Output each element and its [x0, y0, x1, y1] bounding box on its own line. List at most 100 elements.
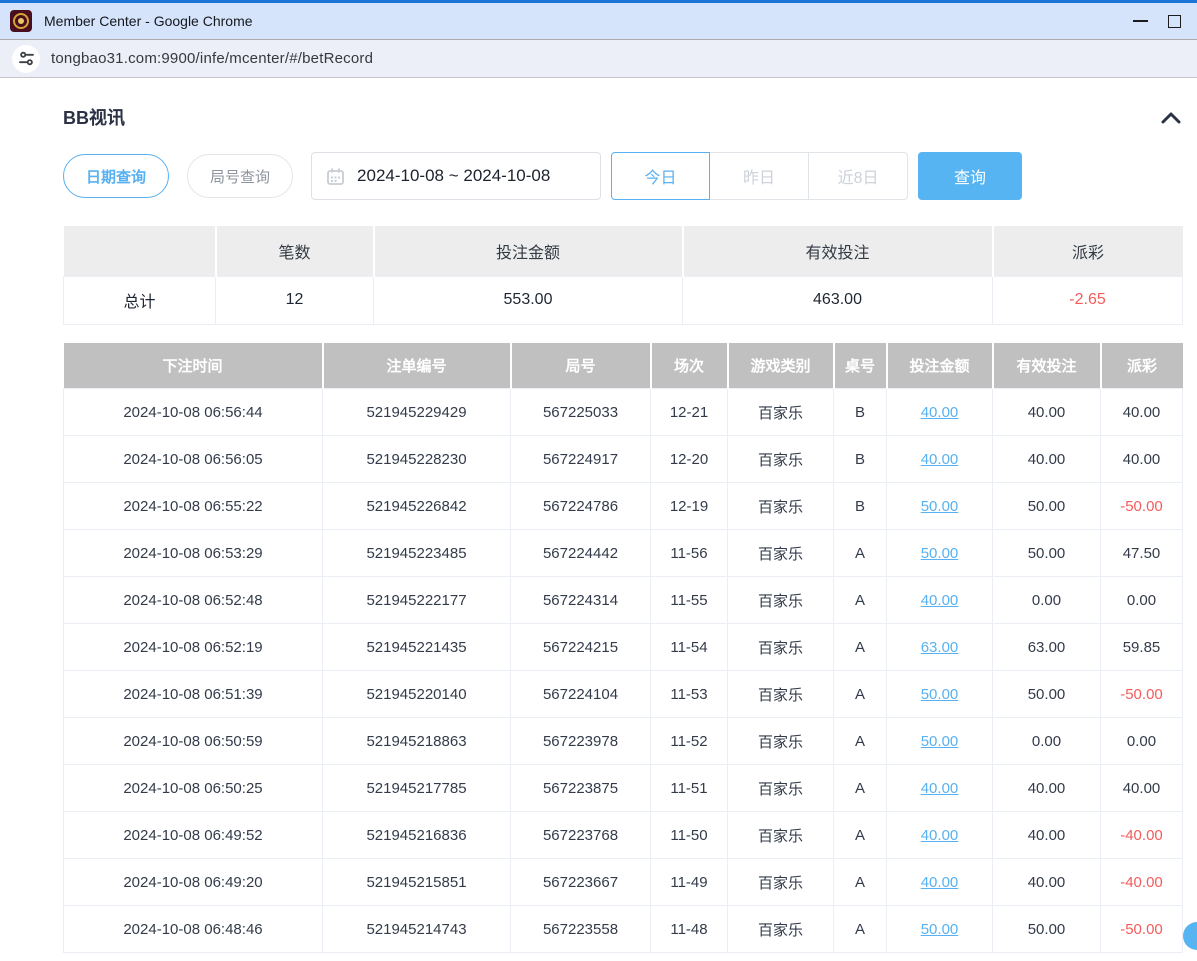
last8days-segment[interactable]: 近8日 — [809, 152, 908, 200]
row4-cell-0: 2024-10-08 06:52:48 — [64, 577, 323, 624]
browser-window: Member Center - Google Chrome tongbao31.… — [0, 0, 1197, 953]
table-row: 2024-10-08 06:48:46521945214743567223558… — [64, 906, 1183, 953]
row6-cell-8: -50.00 — [1101, 671, 1183, 718]
bet-amount-link[interactable]: 50.00 — [921, 733, 959, 750]
row4-cell-5: A — [834, 577, 887, 624]
row9-cell-1: 521945216836 — [323, 812, 511, 859]
bet-amount-link[interactable]: 40.00 — [921, 780, 959, 797]
bet-amount-link[interactable]: 50.00 — [921, 545, 959, 562]
bet-amount-link[interactable]: 63.00 — [921, 639, 959, 656]
row11-cell-8: -50.00 — [1101, 906, 1183, 953]
table-row: 2024-10-08 06:55:22521945226842567224786… — [64, 483, 1183, 530]
filter-toolbar: 日期查询 局号查询 2024-10-08 ~ 2024-10-08 — [63, 152, 1182, 200]
row3-cell-5: A — [834, 530, 887, 577]
row6-cell-7: 50.00 — [993, 671, 1101, 718]
row5-cell-6: 63.00 — [887, 624, 993, 671]
row3-cell-1: 521945223485 — [323, 530, 511, 577]
row1-cell-6: 40.00 — [887, 436, 993, 483]
date-range-value: 2024-10-08 ~ 2024-10-08 — [357, 166, 550, 186]
records-header-6: 投注金额 — [887, 343, 993, 389]
summary-header-2: 投注金额 — [374, 226, 683, 276]
summary-header-3: 有效投注 — [683, 226, 993, 276]
row0-cell-8: 40.00 — [1101, 389, 1183, 436]
date-range-input[interactable]: 2024-10-08 ~ 2024-10-08 — [311, 152, 601, 200]
row11-cell-6: 50.00 — [887, 906, 993, 953]
row9-cell-3: 11-50 — [651, 812, 728, 859]
row1-cell-0: 2024-10-08 06:56:05 — [64, 436, 323, 483]
records-header-8: 派彩 — [1101, 343, 1183, 389]
row5-cell-2: 567224215 — [511, 624, 651, 671]
window-title: Member Center - Google Chrome — [44, 13, 253, 29]
summary-header-row: 笔数投注金额有效投注派彩 — [64, 226, 1183, 276]
row11-cell-1: 521945214743 — [323, 906, 511, 953]
row7-cell-4: 百家乐 — [728, 718, 834, 765]
round-query-tab[interactable]: 局号查询 — [187, 154, 293, 198]
row3-cell-0: 2024-10-08 06:53:29 — [64, 530, 323, 577]
row8-cell-8: 40.00 — [1101, 765, 1183, 812]
summary-cell-2: 553.00 — [374, 276, 683, 324]
today-segment[interactable]: 今日 — [611, 152, 710, 200]
row5-cell-7: 63.00 — [993, 624, 1101, 671]
row6-cell-5: A — [834, 671, 887, 718]
table-row: 2024-10-08 06:56:05521945228230567224917… — [64, 436, 1183, 483]
page-content: BB视讯 日期查询 局号查询 — [0, 104, 1197, 953]
date-query-tab[interactable]: 日期查询 — [63, 154, 169, 198]
minimize-icon — [1133, 20, 1148, 22]
row10-cell-0: 2024-10-08 06:49:20 — [64, 859, 323, 906]
row5-cell-8: 59.85 — [1101, 624, 1183, 671]
yesterday-segment[interactable]: 昨日 — [710, 152, 809, 200]
row4-cell-3: 11-55 — [651, 577, 728, 624]
records-header-3: 场次 — [651, 343, 728, 389]
records-header-0: 下注时间 — [64, 343, 323, 389]
summary-cell-0: 总计 — [64, 276, 216, 324]
row5-cell-3: 11-54 — [651, 624, 728, 671]
row2-cell-3: 12-19 — [651, 483, 728, 530]
row7-cell-7: 0.00 — [993, 718, 1101, 765]
bet-amount-link[interactable]: 50.00 — [921, 498, 959, 515]
row9-cell-7: 40.00 — [993, 812, 1101, 859]
maximize-button[interactable] — [1157, 6, 1191, 36]
bet-amount-link[interactable]: 50.00 — [921, 686, 959, 703]
row10-cell-8: -40.00 — [1101, 859, 1183, 906]
section-title: BB视讯 — [63, 104, 125, 130]
site-settings-button[interactable] — [12, 45, 40, 73]
row1-cell-1: 521945228230 — [323, 436, 511, 483]
row1-cell-2: 567224917 — [511, 436, 651, 483]
bet-amount-link[interactable]: 40.00 — [921, 827, 959, 844]
summary-header-4: 派彩 — [993, 226, 1183, 276]
row2-cell-2: 567224786 — [511, 483, 651, 530]
row1-cell-5: B — [834, 436, 887, 483]
bet-amount-link[interactable]: 40.00 — [921, 404, 959, 421]
section-header: BB视讯 — [63, 104, 1182, 130]
row2-cell-6: 50.00 — [887, 483, 993, 530]
summary-header-1: 笔数 — [216, 226, 374, 276]
minimize-button[interactable] — [1123, 6, 1157, 36]
row1-cell-4: 百家乐 — [728, 436, 834, 483]
row11-cell-4: 百家乐 — [728, 906, 834, 953]
row7-cell-8: 0.00 — [1101, 718, 1183, 765]
row7-cell-6: 50.00 — [887, 718, 993, 765]
row9-cell-0: 2024-10-08 06:49:52 — [64, 812, 323, 859]
url-input[interactable]: tongbao31.com:9900/infe/mcenter/#/betRec… — [51, 50, 373, 67]
row10-cell-7: 40.00 — [993, 859, 1101, 906]
row4-cell-4: 百家乐 — [728, 577, 834, 624]
chevron-up-icon[interactable] — [1160, 110, 1182, 125]
bet-records-table: 下注时间注单编号局号场次游戏类别桌号投注金额有效投注派彩 2024-10-08 … — [63, 343, 1183, 954]
bet-amount-link[interactable]: 40.00 — [921, 592, 959, 609]
row0-cell-0: 2024-10-08 06:56:44 — [64, 389, 323, 436]
row2-cell-4: 百家乐 — [728, 483, 834, 530]
bet-amount-link[interactable]: 50.00 — [921, 921, 959, 938]
row9-cell-8: -40.00 — [1101, 812, 1183, 859]
casino-chip-icon — [10, 10, 32, 32]
row3-cell-4: 百家乐 — [728, 530, 834, 577]
row9-cell-5: A — [834, 812, 887, 859]
bet-amount-link[interactable]: 40.00 — [921, 874, 959, 891]
bet-amount-link[interactable]: 40.00 — [921, 451, 959, 468]
search-button[interactable]: 查询 — [918, 152, 1022, 200]
summary-table: 笔数投注金额有效投注派彩 总计12553.00463.00-2.65 — [63, 226, 1183, 325]
table-row: 2024-10-08 06:50:25521945217785567223875… — [64, 765, 1183, 812]
row0-cell-1: 521945229429 — [323, 389, 511, 436]
row8-cell-7: 40.00 — [993, 765, 1101, 812]
row1-cell-8: 40.00 — [1101, 436, 1183, 483]
row3-cell-7: 50.00 — [993, 530, 1101, 577]
